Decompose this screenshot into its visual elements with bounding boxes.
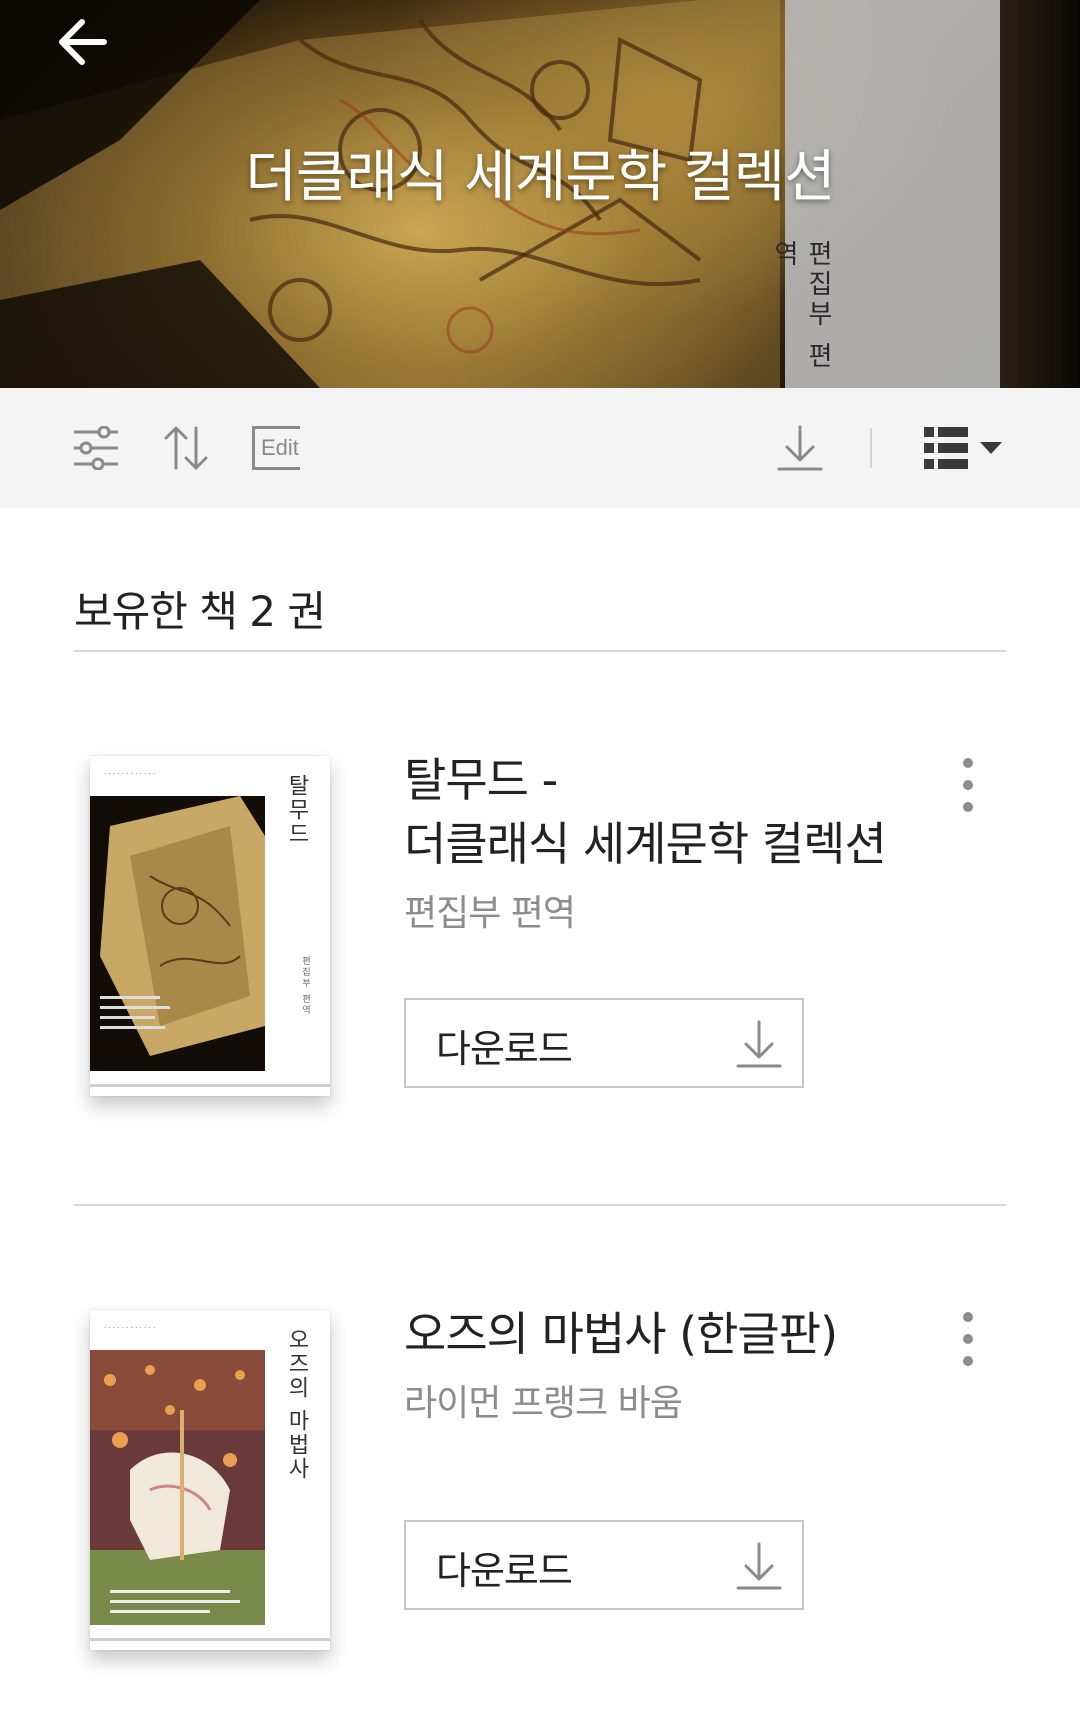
dot-icon xyxy=(963,780,973,790)
cover-bottom-band xyxy=(90,1638,330,1641)
sort-button[interactable] xyxy=(156,418,216,478)
download-icon xyxy=(736,1020,782,1068)
download-icon xyxy=(736,1542,782,1590)
cover-spine-text: 편집부 편역 xyxy=(769,240,833,373)
dot-icon xyxy=(963,1356,973,1366)
caret-down-icon xyxy=(980,442,1002,454)
section-divider xyxy=(74,650,1006,652)
cover-artwork xyxy=(90,796,265,1071)
cover-series-text: · · · · · · · · · · · · xyxy=(104,770,156,778)
filter-button[interactable] xyxy=(66,418,126,478)
edit-icon: Edit xyxy=(252,426,300,470)
download-icon xyxy=(777,425,823,471)
book-author: 편집부 편역 xyxy=(404,893,576,934)
cover-title: 탈무드 xyxy=(284,774,309,846)
edit-label: Edit xyxy=(261,435,299,460)
owned-books-count: 보유한 책 2 권 xyxy=(74,587,326,636)
collection-banner: 편집부 편역 더클래식 세계문학 컬렉션 xyxy=(0,0,1080,388)
download-all-button[interactable] xyxy=(770,418,830,478)
sort-arrows-icon xyxy=(164,426,208,470)
list-view-icon xyxy=(924,427,968,469)
cover-bottom-band xyxy=(90,1084,330,1087)
cover-title: 오즈의 마법사 xyxy=(284,1328,309,1481)
book-title[interactable]: 탈무드 - 더클래식 세계문학 컬렉션 xyxy=(404,748,944,876)
dot-icon xyxy=(963,1312,973,1322)
more-options-button[interactable] xyxy=(950,1304,986,1374)
toolbar-divider xyxy=(870,428,872,468)
book-cover[interactable]: · · · · · · · · · · · · 오즈의 마법사 xyxy=(90,1310,330,1650)
cover-series-text: · · · · · · · · · · · · xyxy=(104,1324,156,1332)
cover-author: 편집부 편역 xyxy=(300,956,310,1016)
book-cover[interactable]: · · · · · · · · · · · · 탈무드 편집부 편역 xyxy=(90,756,330,1096)
edit-button[interactable]: Edit xyxy=(246,418,306,478)
view-mode-dropdown[interactable] xyxy=(918,418,1008,478)
sliders-icon xyxy=(74,426,118,470)
download-label: 다운로드 xyxy=(436,1549,573,1593)
back-button[interactable] xyxy=(54,14,114,74)
book-title[interactable]: 오즈의 마법사 (한글판) xyxy=(404,1302,944,1366)
book-author: 라이먼 프랭크 바움 xyxy=(404,1383,683,1424)
toolbar: Edit xyxy=(0,388,1080,508)
collection-title: 더클래식 세계문학 컬렉션 xyxy=(245,145,835,210)
arrow-left-icon xyxy=(59,19,107,65)
download-label: 다운로드 xyxy=(436,1027,573,1071)
download-button[interactable]: 다운로드 xyxy=(404,998,804,1088)
more-options-button[interactable] xyxy=(950,750,986,820)
dot-icon xyxy=(963,802,973,812)
dot-icon xyxy=(963,1334,973,1344)
download-button[interactable]: 다운로드 xyxy=(404,1520,804,1610)
cover-artwork xyxy=(90,1350,265,1625)
item-divider xyxy=(74,1204,1006,1206)
dot-icon xyxy=(963,758,973,768)
